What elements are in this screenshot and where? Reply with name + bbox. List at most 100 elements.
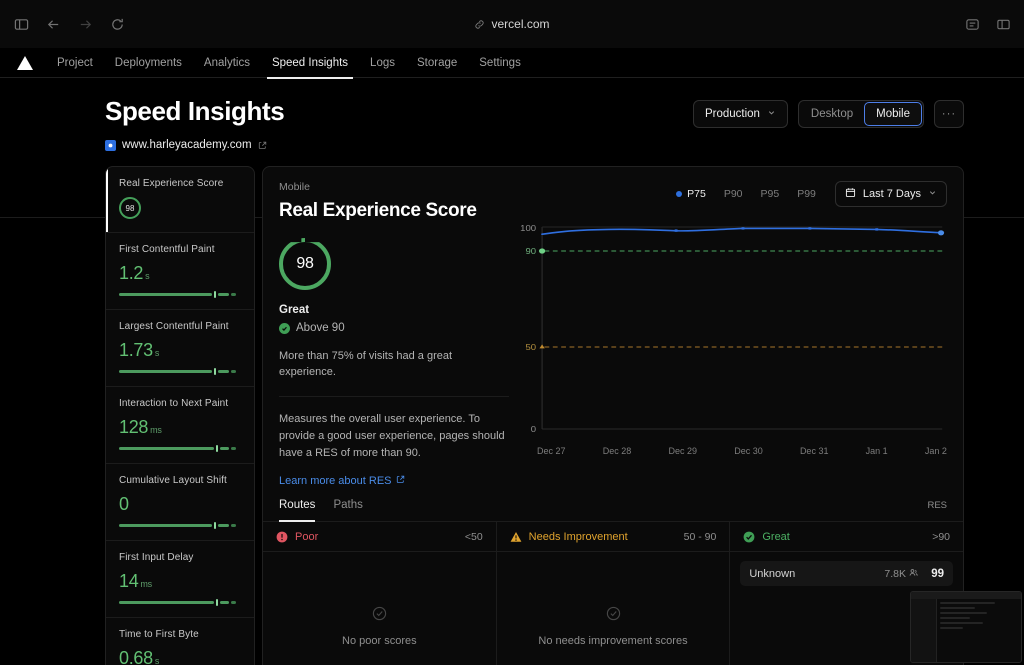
device-option-mobile[interactable]: Mobile	[864, 102, 922, 126]
date-range-label: Last 7 Days	[862, 188, 921, 200]
column-needs-improvement: Needs Improvement 50 - 90 No needs impro…	[496, 522, 731, 665]
external-link-icon	[396, 475, 405, 487]
panel-title: Real Experience Score	[279, 200, 477, 221]
metric-gauge: 98	[119, 197, 141, 219]
metrics-sidebar: Real Experience Score 98 First Contentfu…	[105, 166, 255, 665]
percentile-label: P99	[797, 188, 816, 200]
metric-interaction-to-next-paint[interactable]: Interaction to Next Paint 128 ms	[106, 387, 254, 464]
nav-tab-deployments[interactable]: Deployments	[104, 48, 193, 78]
metric-unit: s	[145, 271, 150, 281]
metric-value: 0	[119, 494, 129, 514]
panel-top: Mobile Real Experience Score 98 Great Ab…	[263, 167, 963, 489]
tab-label: Routes	[279, 499, 316, 512]
environment-select[interactable]: Production	[692, 100, 788, 128]
nav-tab-label: Project	[57, 56, 93, 69]
x-tick-label: Dec 28	[602, 446, 632, 456]
rating-label: Great	[279, 304, 310, 316]
learn-more-link[interactable]: Learn more about RES	[279, 475, 405, 487]
nav-tab-analytics[interactable]: Analytics	[193, 48, 261, 78]
nav-tab-label: Settings	[479, 56, 521, 69]
nav-tab-project[interactable]: Project	[46, 48, 104, 78]
tab-routes[interactable]: Routes	[279, 489, 316, 522]
nav-tab-storage[interactable]: Storage	[406, 48, 468, 78]
metric-value: 128	[119, 417, 149, 437]
device-option-desktop[interactable]: Desktop	[800, 102, 864, 126]
metric-progress-bar	[119, 445, 241, 452]
metric-first-input-delay[interactable]: First Input Delay 14 ms	[106, 541, 254, 618]
sidebar-toggle-icon[interactable]	[12, 15, 30, 33]
metric-unit: s	[154, 656, 160, 665]
table-tabs: Routes Paths RES	[263, 489, 963, 523]
metric-cumulative-layout-shift[interactable]: Cumulative Layout Shift 0	[106, 464, 254, 541]
x-tick-label: Dec 30	[734, 446, 763, 456]
column-header: Great >90	[730, 522, 963, 553]
tab-label: Paths	[333, 499, 363, 512]
project-domain[interactable]: www.harleyacademy.com	[105, 139, 964, 151]
browser-right-controls	[963, 15, 1012, 33]
nav-tab-label: Logs	[370, 56, 395, 69]
table-row[interactable]: Unknown 7.8K 99	[740, 561, 954, 587]
metric-unit: ms	[150, 425, 162, 435]
nav-tab-logs[interactable]: Logs	[359, 48, 406, 78]
link-icon	[474, 19, 485, 30]
percentile-p99[interactable]: P99	[790, 184, 823, 204]
address-bar: vercel.com	[0, 0, 1024, 48]
percentile-label: P75	[687, 188, 706, 200]
column-poor: Poor <50 No poor scores	[263, 522, 497, 665]
visitors-icon	[909, 568, 918, 580]
nav-tab-label: Speed Insights	[271, 56, 349, 69]
check-circle-icon	[606, 606, 621, 626]
tab-paths[interactable]: Paths	[333, 489, 362, 522]
column-header: Needs Improvement 50 - 90	[496, 522, 730, 553]
score-columns: Poor <50 No poor scores Needs Improvemen…	[263, 522, 963, 665]
url-display[interactable]: vercel.com	[474, 17, 550, 31]
warning-icon	[510, 531, 522, 543]
summary-text: More than 75% of visits had a great expe…	[279, 349, 509, 397]
vercel-logo-icon[interactable]	[14, 52, 36, 74]
metric-time-to-first-byte[interactable]: Time to First Byte 0.68 s	[106, 618, 254, 665]
metric-label: Real Experience Score	[119, 178, 224, 189]
pip-body	[911, 599, 1021, 662]
picture-in-picture-thumbnail[interactable]	[910, 591, 1022, 663]
percentile-p75[interactable]: P75	[669, 184, 713, 204]
nav-tab-settings[interactable]: Settings	[468, 48, 532, 78]
rating-sub-label: Above 90	[296, 322, 345, 334]
device-label: Mobile	[876, 108, 910, 120]
more-options-button[interactable]: ···	[934, 100, 964, 128]
metric-progress-bar	[119, 522, 241, 529]
chart-x-axis: Dec 27 Dec 28 Dec 29 Dec 30 Dec 31 Jan 1…	[517, 446, 947, 456]
metric-first-contentful-paint[interactable]: First Contentful Paint 1.2 s	[106, 233, 254, 310]
back-icon[interactable]	[44, 15, 62, 33]
forward-icon[interactable]	[76, 15, 94, 33]
metric-real-experience-score[interactable]: Real Experience Score 98	[106, 167, 254, 233]
selected-dot-icon	[676, 191, 683, 197]
reload-icon[interactable]	[108, 15, 126, 33]
panel-kicker: Mobile	[279, 181, 310, 193]
check-circle-icon	[372, 606, 387, 626]
svg-text:100: 100	[520, 224, 536, 233]
tabs-icon[interactable]	[994, 15, 1012, 33]
metric-label: Interaction to Next Paint	[119, 398, 229, 409]
url-text: vercel.com	[491, 17, 550, 31]
metric-value: 1.2	[119, 263, 144, 283]
column-range: 50 - 90	[683, 530, 717, 543]
insights-layout: Real Experience Score 98 First Contentfu…	[0, 166, 1024, 665]
svg-text:0: 0	[531, 425, 536, 434]
nav-tab-speed-insights[interactable]: Speed Insights	[261, 48, 359, 79]
x-tick-label: Jan 2	[924, 446, 947, 456]
metric-unit: ms	[140, 579, 152, 589]
main-panel: Mobile Real Experience Score 98 Great Ab…	[262, 166, 964, 665]
visits-value: 7.8K	[884, 567, 907, 580]
calendar-icon	[845, 187, 856, 201]
percentile-p90[interactable]: P90	[717, 184, 750, 204]
percentile-p95[interactable]: P95	[754, 184, 787, 204]
column-empty-state: No poor scores	[263, 552, 496, 665]
date-range-select[interactable]: Last 7 Days	[834, 181, 947, 207]
metric-largest-contentful-paint[interactable]: Largest Contentful Paint 1.73 s	[106, 310, 254, 387]
page-content: Speed Insights www.harleyacademy.com Pro…	[0, 78, 1024, 665]
reader-icon[interactable]	[963, 15, 981, 33]
header-controls: Production Desktop Mobile ···	[692, 100, 964, 128]
pip-sidebar	[911, 599, 937, 662]
column-label: Needs Improvement	[528, 530, 628, 543]
check-circle-icon	[279, 322, 290, 334]
